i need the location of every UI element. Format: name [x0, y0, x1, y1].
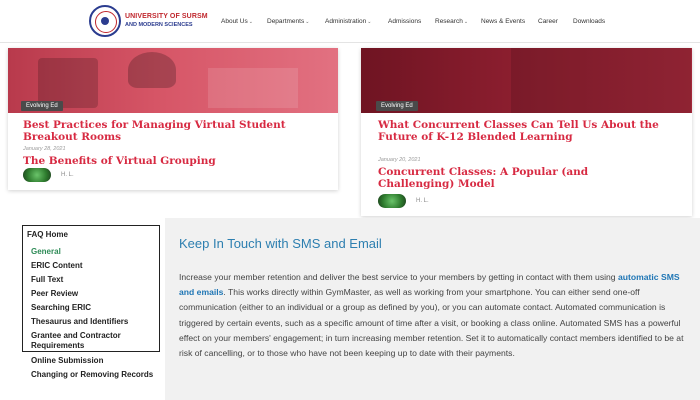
nav-admissions[interactable]: Admissions [388, 18, 421, 25]
nav-about-us[interactable]: About Us⌄ [221, 18, 253, 25]
section-body: Increase your member retention and deliv… [179, 270, 689, 361]
sidebar-item-faq-home[interactable]: FAQ Home [27, 230, 68, 240]
author: H. L. [378, 194, 429, 208]
nav-label: Administration [325, 18, 367, 25]
body-text: . This works directly within GymMaster, … [179, 287, 684, 359]
nav-label: Research [435, 18, 463, 25]
sidebar-item-full-text[interactable]: Full Text [31, 275, 63, 285]
article-card[interactable]: Evolving Ed What Concurrent Classes Can … [361, 48, 692, 216]
sidebar-item-grantee-requirements[interactable]: Grantee and Contractor Requirements [31, 331, 156, 351]
nav-label: About Us [221, 18, 248, 25]
article-title[interactable]: What Concurrent Classes Can Tell Us Abou… [378, 119, 668, 143]
nav-administration[interactable]: Administration⌄ [325, 18, 371, 25]
sidebar-item-searching-eric[interactable]: Searching ERIC [31, 303, 91, 313]
article-card[interactable]: Evolving Ed Best Practices for Managing … [8, 48, 338, 190]
category-tag[interactable]: Evolving Ed [376, 101, 418, 111]
chevron-down-icon: ⌄ [248, 19, 253, 25]
avatar [378, 194, 406, 208]
sidebar-item-online-submission[interactable]: Online Submission [31, 356, 103, 366]
article-subtitle[interactable]: The Benefits of Virtual Grouping [23, 155, 323, 167]
nav-career[interactable]: Career [538, 18, 558, 25]
site-header: UNIVERSITY OF SURSM AND MODERN SCIENCES … [0, 0, 700, 43]
sidebar-item-general[interactable]: General [31, 247, 61, 257]
author: H. L. [23, 168, 74, 182]
image-detail [511, 48, 691, 113]
chevron-down-icon: ⌄ [367, 19, 372, 25]
body-text: Increase your member retention and deliv… [179, 272, 618, 282]
article-date: January 20, 2021 [378, 157, 421, 163]
image-detail [208, 68, 298, 108]
article-title[interactable]: Best Practices for Managing Virtual Stud… [23, 119, 308, 143]
author-name: H. L. [416, 198, 429, 204]
nav-departments[interactable]: Departments⌄ [267, 18, 309, 25]
nav-research[interactable]: Research⌄ [435, 18, 468, 25]
sidebar-item-changing-records[interactable]: Changing or Removing Records [31, 370, 156, 380]
image-detail [128, 52, 176, 88]
article-subtitle[interactable]: Concurrent Classes: A Popular (and Chall… [378, 166, 668, 190]
nav-label: Admissions [388, 18, 422, 25]
chevron-down-icon: ⌄ [305, 19, 310, 25]
nav-downloads[interactable]: Downloads [573, 18, 605, 25]
nav-news-events[interactable]: News & Events [481, 18, 525, 25]
nav-label: Career [538, 18, 558, 25]
author-name: H. L. [61, 172, 74, 178]
nav-label: Downloads [573, 18, 606, 25]
sidebar-item-thesaurus[interactable]: Thesaurus and Identifiers [31, 317, 128, 327]
sidebar-item-peer-review[interactable]: Peer Review [31, 289, 78, 299]
sidebar-item-eric-content[interactable]: ERIC Content [31, 261, 83, 271]
avatar [23, 168, 51, 182]
nav-label: Departments [267, 18, 305, 25]
chevron-down-icon: ⌄ [463, 19, 469, 25]
nav-label: News & Events [481, 18, 526, 25]
article-date: January 28, 2021 [23, 146, 66, 152]
category-tag[interactable]: Evolving Ed [21, 101, 63, 111]
section-heading: Keep In Touch with SMS and Email [179, 236, 382, 251]
main-nav: About Us⌄ Departments⌄ Administration⌄ A… [0, 18, 700, 28]
